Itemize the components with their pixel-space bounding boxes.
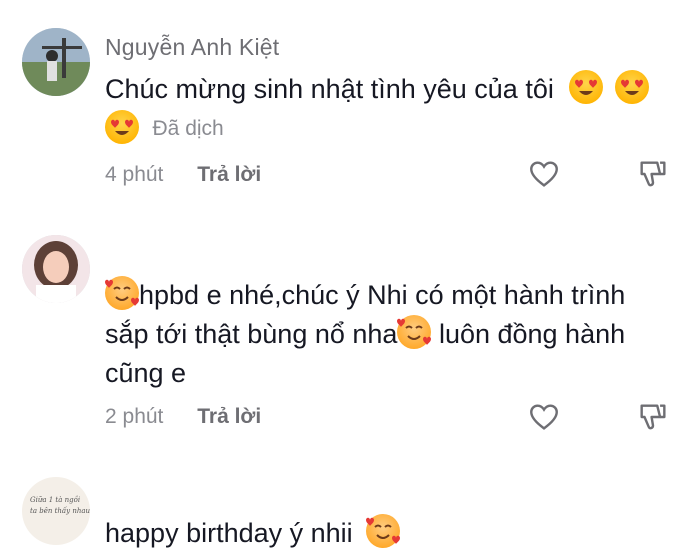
smiling-face-with-heart-eyes-icon	[569, 70, 604, 104]
comment-text-line: happy birthday ý nhii	[105, 518, 353, 548]
comment-text-line: hpbd e nhé,chúc ý Nhi có một hành trình	[105, 276, 625, 315]
reply-button[interactable]: Trả lời	[197, 405, 261, 428]
heart-outline-icon	[530, 161, 558, 187]
avatar-handwriting-line: Giữa 1 tà ngồi	[30, 496, 81, 504]
smiling-face-with-heart-eyes-icon	[614, 70, 649, 104]
avatar-handwriting-line: ta bên thấy nhau	[30, 507, 90, 515]
smiling-face-with-hearts-icon	[397, 315, 432, 349]
comment-username[interactable]: Nguyễn Anh Kiệt	[105, 34, 279, 61]
dislike-button[interactable]	[636, 157, 670, 196]
comment-meta: 4 phút Trả lời	[105, 163, 261, 187]
comment-time: 2 phút	[105, 405, 164, 428]
thumbs-down-icon	[640, 161, 666, 187]
smiling-face-with-heart-eyes-icon	[105, 110, 139, 144]
comment-meta: 2 phút Trả lời	[105, 405, 261, 429]
comment-text: Chúc mừng sinh nhật tình yêu của tôi	[105, 70, 649, 109]
avatar[interactable]: Giữa 1 tà ngồi ta bên thấy nhau	[22, 477, 90, 545]
comment-item: hpbd e nhé,chúc ý Nhi có một hành trình …	[0, 220, 700, 450]
heart-outline-icon	[530, 404, 558, 430]
comment-text-line: cũng e	[105, 358, 187, 388]
avatar[interactable]	[22, 235, 90, 303]
thumbs-down-icon	[640, 404, 666, 430]
comment-text: luôn đồng hành	[431, 319, 626, 349]
comment-text-line: Đã dịch	[105, 109, 224, 149]
comment-item: Nguyễn Anh Kiệt Chúc mừng sinh nhật tình…	[0, 0, 700, 200]
comment-item: Giữa 1 tà ngồi ta bên thấy nhau happy bi…	[0, 470, 700, 554]
avatar[interactable]	[22, 28, 90, 96]
comment-text-line: sắp tới thật bùng nổ nha luôn đồng hành	[105, 315, 625, 354]
avatar-handwriting: Giữa 1 tà ngồi ta bên thấy nhau	[30, 495, 90, 517]
smiling-face-with-hearts-icon	[105, 276, 139, 310]
like-button[interactable]	[527, 400, 561, 439]
comment-text: sắp tới thật bùng nổ nha	[105, 319, 398, 349]
like-button[interactable]	[527, 157, 561, 196]
smiling-face-with-hearts-icon	[366, 514, 401, 548]
comment-time: 4 phút	[105, 163, 164, 186]
translated-label[interactable]: Đã dịch	[153, 117, 224, 140]
reply-button[interactable]: Trả lời	[197, 163, 261, 186]
comment-text: happy birthday ý nhii	[105, 514, 401, 553]
dislike-button[interactable]	[636, 400, 670, 439]
comment-text: hpbd e nhé,chúc ý Nhi có một hành trình	[139, 280, 626, 310]
comment-text-line: Chúc mừng sinh nhật tình yêu của tôi	[105, 74, 554, 104]
